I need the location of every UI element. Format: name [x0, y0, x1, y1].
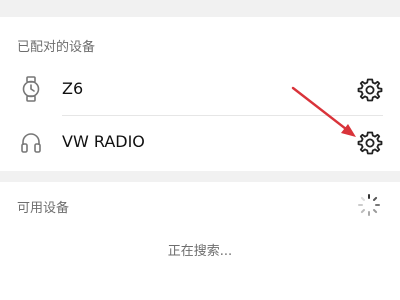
device-name: Z6: [62, 79, 84, 98]
device-row-vw-radio[interactable]: VW RADIO: [0, 117, 400, 169]
row-divider: [62, 115, 383, 116]
available-devices-header: 可用设备: [17, 201, 70, 216]
loading-spinner-icon: [356, 192, 382, 218]
gear-icon[interactable]: [357, 130, 383, 156]
paired-devices-header: 已配对的设备: [17, 40, 96, 55]
gear-icon[interactable]: [357, 77, 383, 103]
device-name: VW RADIO: [62, 132, 145, 151]
searching-status: 正在搜索...: [167, 244, 233, 259]
watch-icon: [20, 76, 42, 102]
top-separator: [0, 0, 400, 17]
section-separator: [0, 171, 400, 182]
device-row-z6[interactable]: Z6: [0, 64, 400, 116]
headphones-icon: [20, 130, 42, 156]
